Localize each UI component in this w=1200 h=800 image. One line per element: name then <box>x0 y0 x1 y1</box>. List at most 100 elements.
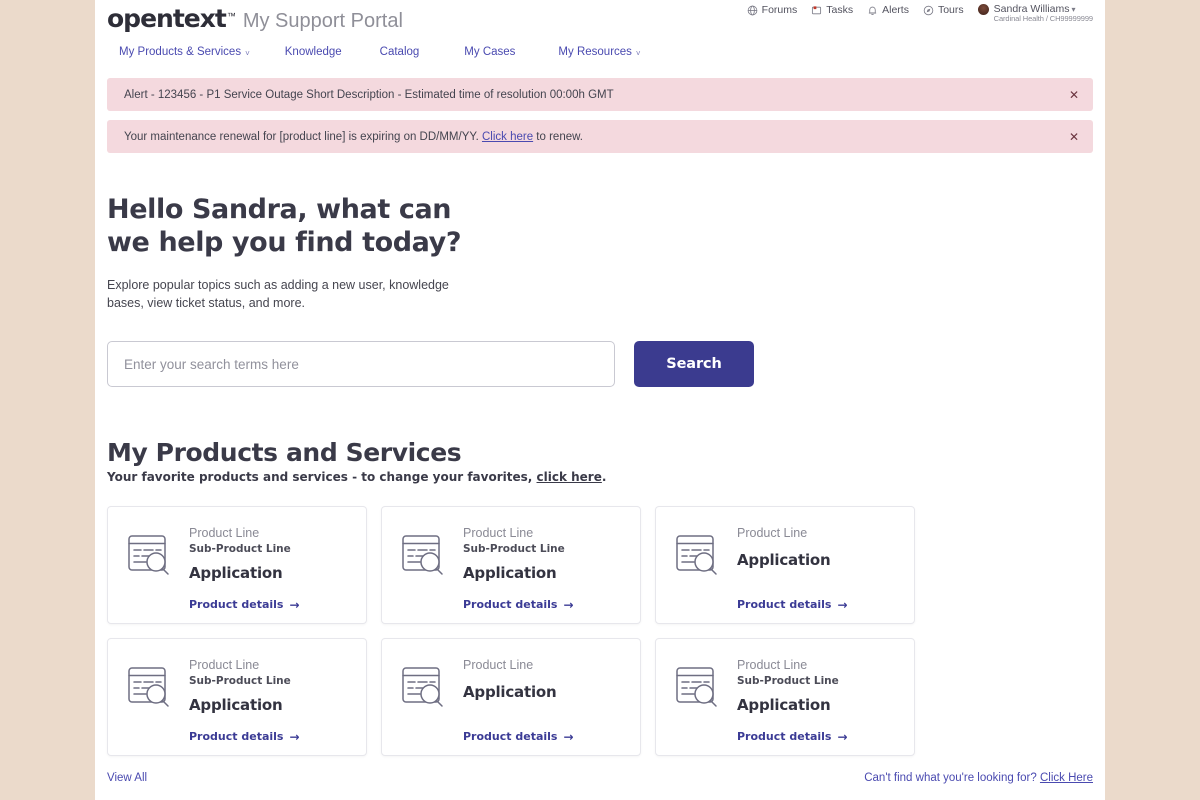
cant-find-help-text: Can't find what you're looking for? <box>864 772 1040 785</box>
arrow-right-icon: → <box>563 597 574 612</box>
chevron-down-icon: ˅ <box>245 48 250 58</box>
nav-item-knowledge[interactable]: Knowledge <box>285 46 342 58</box>
nav-item-my-cases-label: My Cases <box>464 46 516 58</box>
arrow-right-icon: → <box>837 729 848 744</box>
product-details-label: Product details <box>189 598 284 612</box>
product-search-icon <box>398 521 450 611</box>
main-nav: My Products & Services ˅ Knowledge Catal… <box>107 34 1093 58</box>
page-title: Hello Sandra, what can we help you find … <box>107 194 462 259</box>
product-details-link[interactable]: Product details → <box>737 730 898 743</box>
application-name: Application <box>189 695 283 714</box>
application-name: Application <box>463 683 557 702</box>
products-subheading-after: . <box>601 470 607 485</box>
util-nav-tours-label: Tours <box>937 4 964 16</box>
cant-find-help: Can't find what you're looking for? Clic… <box>864 772 1093 784</box>
cant-find-help-link[interactable]: Click Here <box>1040 772 1093 784</box>
util-nav-forums[interactable]: Forums <box>747 3 798 17</box>
products-footer: View All Can't find what you're looking … <box>95 756 1105 784</box>
sub-product-line: Sub-Product Line <box>463 543 565 556</box>
opentext-logo[interactable]: opentext <box>107 4 227 34</box>
globe-icon <box>747 5 758 16</box>
nav-item-catalog[interactable]: Catalog <box>380 46 420 58</box>
product-details-label: Product details <box>737 598 832 612</box>
alert-banner-outage-text: Alert - 123456 - P1 Service Outage Short… <box>124 88 614 101</box>
products-grid: Product Line Sub-Product Line Applicatio… <box>107 506 1093 757</box>
products-subheading-before: Your favorite products and services - to… <box>107 470 537 485</box>
search-row: Search <box>107 341 1093 388</box>
view-all-link[interactable]: View All <box>107 772 147 784</box>
products-section: My Products and Services Your favorite p… <box>95 387 1105 757</box>
nav-item-my-products-services[interactable]: My Products & Services ˅ <box>119 46 250 58</box>
chevron-down-icon: ˅ <box>635 48 641 58</box>
trademark-symbol: ™ <box>226 11 236 21</box>
chevron-down-icon: ▾ <box>1071 5 1076 14</box>
arrow-right-icon: → <box>563 729 574 744</box>
product-details-label: Product details <box>189 730 284 744</box>
hero-subtext: Explore popular topics such as adding a … <box>107 277 449 310</box>
util-nav-tours[interactable]: Tours <box>923 3 964 17</box>
nav-item-my-resources[interactable]: My Resources ˅ <box>558 46 640 58</box>
product-card[interactable]: Product Line Sub-Product Line Applicatio… <box>381 506 641 625</box>
product-details-label: Product details <box>737 730 832 744</box>
change-favorites-link[interactable]: click here <box>537 470 602 484</box>
product-card[interactable]: Product Line Sub-Product Line Applicatio… <box>655 638 915 757</box>
product-line: Product Line <box>463 526 534 541</box>
alert-banner-list: Alert - 123456 - P1 Service Outage Short… <box>95 68 1105 153</box>
search-input[interactable] <box>107 341 615 388</box>
product-line: Product Line <box>189 658 260 673</box>
portal-title: My Support Portal <box>242 10 403 32</box>
arrow-right-icon: → <box>837 597 848 612</box>
util-nav-tasks[interactable]: Tasks <box>811 3 853 17</box>
product-card[interactable]: Product Line Application Product details… <box>655 506 915 625</box>
product-details-link[interactable]: Product details → <box>189 730 350 743</box>
product-card-body: Product Line Sub-Product Line Applicatio… <box>189 653 350 743</box>
product-card-body: Product Line Application Product details… <box>737 521 898 611</box>
application-name: Application <box>463 563 557 582</box>
product-details-link[interactable]: Product details → <box>463 598 624 611</box>
user-organization: Cardinal Health / CH99999999 <box>993 14 1093 24</box>
product-search-icon <box>124 653 176 743</box>
sub-product-line: Sub-Product Line <box>737 675 839 688</box>
nav-item-my-cases[interactable]: My Cases <box>464 46 515 58</box>
close-icon[interactable]: ✕ <box>1069 131 1079 143</box>
alert-banner-renewal-text-after: to renew. <box>533 130 583 143</box>
nav-item-my-resources-label: My Resources <box>558 46 632 58</box>
product-line: Product Line <box>737 658 808 673</box>
utility-nav: Forums Tasks Alerts Tours Sandra William… <box>747 3 1093 24</box>
product-details-link[interactable]: Product details → <box>737 598 898 611</box>
user-text: Sandra Williams ▾ Cardinal Health / CH999… <box>994 3 1093 24</box>
bell-icon <box>867 5 878 16</box>
application-name: Application <box>737 695 831 714</box>
sub-product-line: Sub-Product Line <box>189 675 291 688</box>
alert-banner-outage: Alert - 123456 - P1 Service Outage Short… <box>107 78 1093 111</box>
util-nav-forums-label: Forums <box>761 4 798 16</box>
util-nav-alerts[interactable]: Alerts <box>867 3 909 17</box>
portal-page: opentext ™ My Support Portal Forums Task… <box>95 0 1105 800</box>
product-card-body: Product Line Sub-Product Line Applicatio… <box>463 521 624 611</box>
user-menu[interactable]: Sandra Williams ▾ Cardinal Health / CH999… <box>977 3 1093 24</box>
product-line: Product Line <box>189 526 260 541</box>
alert-banner-renewal-link[interactable]: Click here <box>482 131 533 143</box>
tours-icon <box>923 5 934 16</box>
alert-banner-renewal: Your maintenance renewal for [product li… <box>107 120 1093 153</box>
site-header: opentext ™ My Support Portal Forums Task… <box>95 0 1105 68</box>
product-line: Product Line <box>737 526 808 541</box>
close-icon[interactable]: ✕ <box>1069 89 1079 101</box>
product-card-body: Product Line Sub-Product Line Applicatio… <box>737 653 898 743</box>
product-details-label: Product details <box>463 598 558 612</box>
product-card[interactable]: Product Line Sub-Product Line Applicatio… <box>107 638 367 757</box>
sub-product-line: Sub-Product Line <box>189 543 291 556</box>
product-card[interactable]: Product Line Application Product details… <box>381 638 641 757</box>
application-name: Application <box>189 563 283 582</box>
product-card-body: Product Line Application Product details… <box>463 653 624 743</box>
product-details-link[interactable]: Product details → <box>189 598 350 611</box>
product-search-icon <box>124 521 176 611</box>
search-button[interactable]: Search <box>634 341 754 388</box>
tasks-icon <box>811 5 822 16</box>
nav-item-my-products-services-label: My Products & Services <box>119 46 242 58</box>
product-line: Product Line <box>463 658 534 673</box>
product-card[interactable]: Product Line Sub-Product Line Applicatio… <box>107 506 367 625</box>
alert-banner-renewal-text-before: Your maintenance renewal for [product li… <box>124 130 482 143</box>
product-details-link[interactable]: Product details → <box>463 730 624 743</box>
alert-banner-renewal-text: Your maintenance renewal for [product li… <box>124 131 583 143</box>
